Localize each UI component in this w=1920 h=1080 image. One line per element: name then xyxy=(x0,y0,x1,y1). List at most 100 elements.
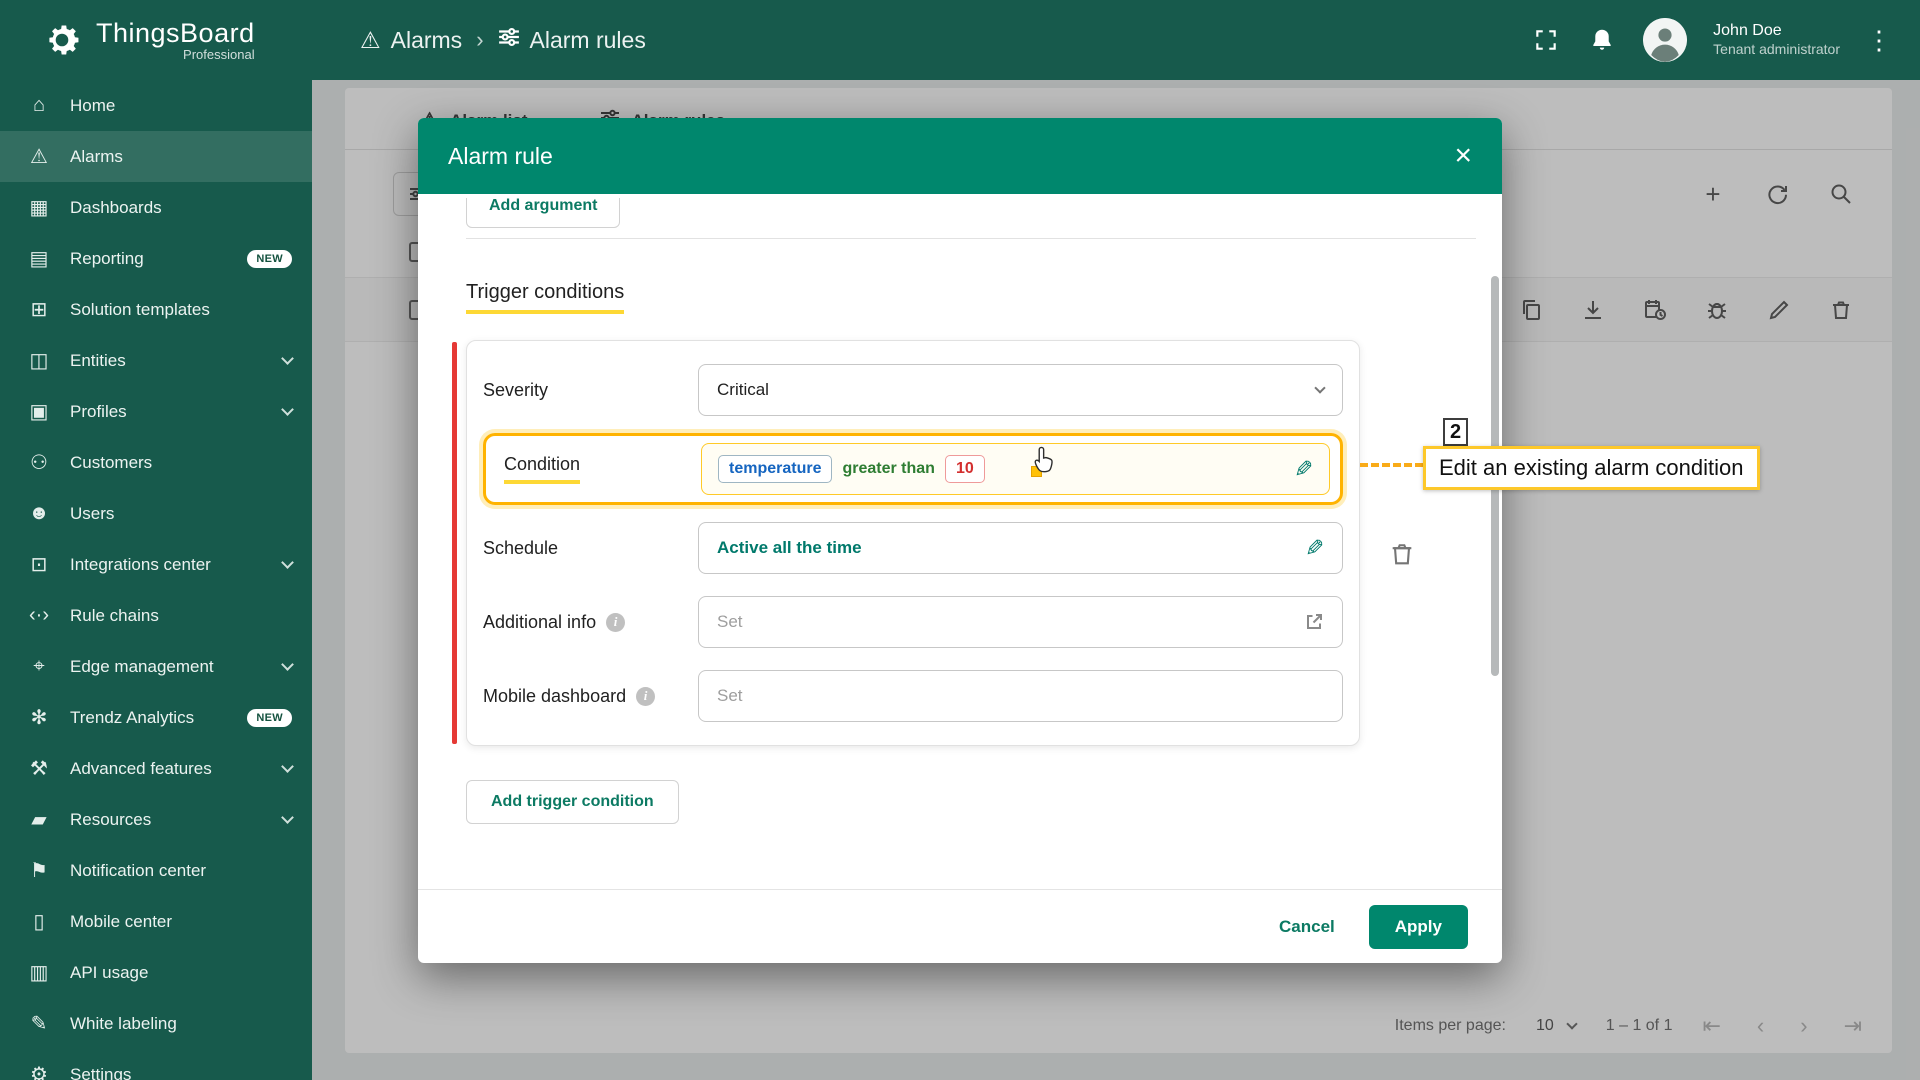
chevron-down-icon xyxy=(281,658,294,671)
info-icon: i xyxy=(606,612,626,632)
user-name: John Doe xyxy=(1713,22,1782,40)
brand-edition: Professional xyxy=(183,47,255,62)
annotation-connector-line xyxy=(1360,463,1423,467)
add-trigger-condition-button[interactable]: Add trigger condition xyxy=(466,780,679,824)
scrolled-region: Add argument xyxy=(466,198,1444,230)
condition-operation: greater than xyxy=(842,460,935,477)
sidebar-item-mobile-center[interactable]: ▯ Mobile center xyxy=(0,896,312,947)
advanced-features-icon: ⚒ xyxy=(30,758,48,780)
sidebar-item-alarms[interactable]: ⚠ Alarms xyxy=(0,131,312,182)
notifications-bell-icon[interactable] xyxy=(1587,25,1617,55)
home-icon: ⌂ xyxy=(32,94,46,116)
condition-row-highlight: Condition temperature greater than 10 ✎ xyxy=(483,433,1343,505)
sidebar-item-entities[interactable]: ◫ Entities xyxy=(0,335,312,386)
close-icon[interactable]: × xyxy=(1454,141,1472,171)
sidebar-item-profiles[interactable]: ▣ Profiles xyxy=(0,386,312,437)
api-usage-icon: ▥ xyxy=(29,962,49,984)
dialog-title: Alarm rule xyxy=(448,142,553,169)
cursor-pointer-hand xyxy=(1033,446,1055,479)
breadcrumb-separator: › xyxy=(476,27,484,52)
additional-info-label: Additional info i xyxy=(483,612,698,633)
dialog-scrollbar xyxy=(1491,276,1499,883)
condition-field[interactable]: temperature greater than 10 ✎ xyxy=(701,443,1330,495)
condition-value-chip[interactable]: 10 xyxy=(944,455,985,483)
sidebar-item-dashboards[interactable]: ▦ Dashboards xyxy=(0,182,312,233)
additional-info-field[interactable]: Set xyxy=(698,596,1343,648)
avatar[interactable] xyxy=(1643,18,1688,62)
chevron-down-icon xyxy=(281,352,294,365)
sidebar-item-resources[interactable]: ▰ Resources xyxy=(0,794,312,845)
entities-icon: ◫ xyxy=(29,350,49,372)
schedule-label: Schedule xyxy=(483,537,559,558)
alarm-rule-dialog: Alarm rule × Add argument Trigger condit… xyxy=(418,118,1502,963)
sidebar-item-customers[interactable]: ⚇ Customers xyxy=(0,437,312,488)
new-badge: NEW xyxy=(247,249,292,268)
edit-condition-pencil-icon[interactable]: ✎ xyxy=(1294,456,1313,483)
sidebar-item-reporting[interactable]: ▤ Reporting NEW xyxy=(0,233,312,284)
apply-button[interactable]: Apply xyxy=(1368,904,1468,949)
annotation-step-number: 2 xyxy=(1443,418,1468,446)
profiles-icon: ▣ xyxy=(29,401,49,423)
schedule-value: Active all the time xyxy=(717,538,862,557)
sidebar-item-home[interactable]: ⌂ Home xyxy=(0,80,312,131)
mobile-dashboard-field[interactable]: Set xyxy=(698,670,1343,722)
breadcrumb-alarm-rules[interactable]: Alarm rules xyxy=(498,26,646,54)
reporting-icon: ▤ xyxy=(29,248,49,270)
chevron-down-icon xyxy=(1314,382,1326,394)
brand-name: ThingsBoard xyxy=(96,18,255,48)
sidebar-item-advanced-features[interactable]: ⚒ Advanced features xyxy=(0,743,312,794)
customers-icon: ⚇ xyxy=(30,452,48,474)
sidebar-item-users[interactable]: ☻ Users xyxy=(0,488,312,539)
thingsboard-logo-icon xyxy=(40,18,84,62)
sidebar-item-edge-management[interactable]: ⌖ Edge management xyxy=(0,641,312,692)
trigger-condition-card: Severity Critical Condition temperature … xyxy=(452,340,1412,746)
solution-templates-icon: ⊞ xyxy=(30,299,48,321)
dialog-header: Alarm rule × xyxy=(418,118,1502,194)
brand[interactable]: ThingsBoard Professional xyxy=(0,18,312,62)
white-labeling-icon: ✎ xyxy=(30,1013,48,1035)
open-in-new-icon[interactable] xyxy=(1304,612,1324,632)
warning-icon: ⚠ xyxy=(360,26,381,53)
trigger-conditions-title: Trigger conditions xyxy=(466,281,625,314)
sidebar-item-rule-chains[interactable]: ‹·› Rule chains xyxy=(0,590,312,641)
user-info: John Doe Tenant administrator xyxy=(1713,21,1840,59)
info-icon: i xyxy=(636,686,656,706)
sidebar-item-trendz-analytics[interactable]: ✻ Trendz Analytics NEW xyxy=(0,692,312,743)
cancel-button[interactable]: Cancel xyxy=(1279,917,1335,937)
notification-center-icon: ⚑ xyxy=(30,860,48,882)
sidebar: ⌂ Home ⚠ Alarms ▦ Dashboards ▤ Reporting NEW … xyxy=(0,80,312,1080)
sidebar-item-settings[interactable]: ⚙ Settings xyxy=(0,1049,312,1080)
add-argument-button[interactable]: Add argument xyxy=(466,198,621,228)
fullscreen-icon[interactable] xyxy=(1531,25,1561,55)
breadcrumb-alarms[interactable]: ⚠ Alarms xyxy=(360,27,462,54)
sidebar-item-solution-templates[interactable]: ⊞ Solution templates xyxy=(0,284,312,335)
chevron-down-icon xyxy=(281,811,294,824)
edit-schedule-pencil-icon[interactable]: ✎ xyxy=(1305,535,1324,562)
chevron-down-icon xyxy=(281,403,294,416)
integrations-icon: ⊡ xyxy=(30,554,48,576)
dialog-body: Add argument Trigger conditions Severity… xyxy=(418,194,1502,889)
sidebar-item-integrations-center[interactable]: ⊡ Integrations center xyxy=(0,539,312,590)
additional-info-placeholder: Set xyxy=(717,612,743,631)
schedule-field[interactable]: Active all the time ✎ xyxy=(698,522,1343,574)
gear-icon: ⚙ xyxy=(30,1064,48,1080)
condition-key-chip[interactable]: temperature xyxy=(718,455,833,483)
mobile-dashboard-row: Mobile dashboard i Set xyxy=(483,659,1343,733)
user-role: Tenant administrator xyxy=(1713,41,1840,58)
chevron-down-icon xyxy=(281,760,294,773)
severity-label: Severity xyxy=(483,379,549,400)
severity-value: Critical xyxy=(717,380,769,399)
sidebar-item-api-usage[interactable]: ▥ API usage xyxy=(0,947,312,998)
mobile-dashboard-label: Mobile dashboard i xyxy=(483,686,698,707)
severity-select[interactable]: Critical xyxy=(698,364,1343,416)
kebab-menu-icon[interactable]: ⋮ xyxy=(1866,25,1892,56)
dashboards-icon: ▦ xyxy=(29,197,49,219)
header-actions: John Doe Tenant administrator ⋮ xyxy=(1531,18,1920,62)
mobile-center-icon: ▯ xyxy=(33,911,45,933)
schedule-row: Schedule Active all the time ✎ xyxy=(483,511,1343,585)
sidebar-item-notification-center[interactable]: ⚑ Notification center xyxy=(0,845,312,896)
sidebar-item-white-labeling[interactable]: ✎ White labeling xyxy=(0,998,312,1049)
delete-trigger-condition-trash-icon[interactable] xyxy=(1388,540,1416,573)
severity-row: Severity Critical xyxy=(483,353,1343,427)
app-header: ThingsBoard Professional ⚠ Alarms › Alar… xyxy=(0,0,1920,80)
